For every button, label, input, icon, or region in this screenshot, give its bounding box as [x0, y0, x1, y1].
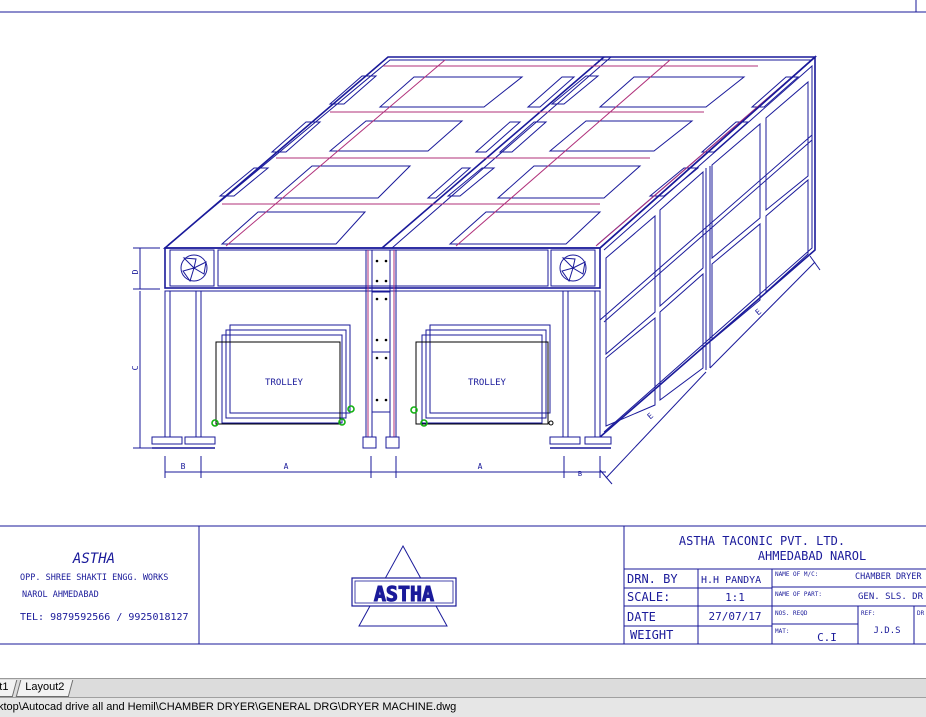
bolts [375, 259, 388, 402]
tb-ref-value: J.D.S [873, 626, 900, 636]
tb-date-value: 27/07/17 [709, 610, 762, 623]
tb-date-label: DATE [627, 610, 656, 624]
tb-company: ASTHA TACONIC PVT. LTD. [679, 534, 845, 548]
tb-location: AHMEDABAD NAROL [758, 549, 866, 563]
trolley-right-label: TROLLEY [468, 378, 507, 388]
dim-label-d: D [131, 269, 140, 274]
company-name: ASTHA [72, 551, 115, 567]
dryer-machine-drawing: TROLLEY TROLLEY D C B A A B E E [131, 55, 821, 485]
tb-mat-label: MAT: [775, 628, 789, 635]
tb-ref-label: REF: [861, 610, 875, 617]
tb-nos-reqd-label: NOS. REQD [775, 610, 808, 617]
file-path-text: ktop\Autocad drive all and Hemil\CHAMBER… [0, 701, 457, 713]
layout-tab-bar: t1 Layout2 [0, 678, 926, 698]
tb-name-of-mc-value: CHAMBER DRYER [855, 572, 922, 582]
dim-label-a-right: A [478, 462, 483, 471]
front-header-panel [217, 249, 549, 287]
tab-layout2-label: Layout2 [25, 681, 65, 693]
tb-name-of-part-value: GEN. SLS. DR [858, 592, 924, 602]
roof-inner-outline [167, 59, 814, 246]
company-phone: TEL: 9879592566 / 9925018127 [20, 612, 189, 623]
logo-text: ASTHA [374, 582, 434, 606]
tb-name-of-part-label: NAME OF PART: [775, 591, 822, 598]
feet [151, 436, 612, 449]
company-address-1: OPP. SHREE SHAKTI ENGG. WORKS [20, 573, 168, 583]
roof-outline [162, 56, 818, 249]
tab-layout1-label: t1 [0, 681, 9, 693]
tab-layout2[interactable]: Layout2 [15, 680, 74, 697]
tb-drn-by-label: DRN. BY [627, 572, 678, 586]
tb-weight-label: WEIGHT [630, 628, 673, 642]
tb-name-of-mc-label: NAME OF M/C: [775, 571, 818, 578]
side-face [599, 55, 816, 438]
dim-label-b-left: B [181, 462, 186, 471]
tb-scale-value: 1:1 [725, 591, 745, 604]
dim-label-a-left: A [284, 462, 289, 471]
tb-dr-label: DR [917, 610, 925, 617]
dimensions [133, 247, 821, 485]
tb-mat-value: C.I [817, 631, 837, 644]
trolley-left-label: TROLLEY [265, 378, 304, 388]
company-address-2: NAROL AHMEDABAD [22, 590, 99, 600]
dim-label-e-lower: E [646, 411, 656, 421]
tab-layout1[interactable]: t1 [0, 680, 18, 697]
dim-label-c: C [131, 365, 140, 370]
tb-scale-label: SCALE: [627, 590, 670, 604]
dim-label-b-right: B [578, 470, 582, 478]
front-header [164, 247, 601, 289]
trolley-right [410, 324, 554, 427]
status-bar: ktop\Autocad drive all and Hemil\CHAMBER… [0, 697, 926, 717]
fan-right [550, 249, 596, 287]
tb-drn-by-value: H.H PANDYA [701, 575, 761, 586]
cad-drawing-canvas[interactable]: TROLLEY TROLLEY D C B A A B E E ASTHA OP… [0, 0, 926, 716]
fan-left [169, 249, 215, 287]
trolley-left [211, 324, 355, 427]
